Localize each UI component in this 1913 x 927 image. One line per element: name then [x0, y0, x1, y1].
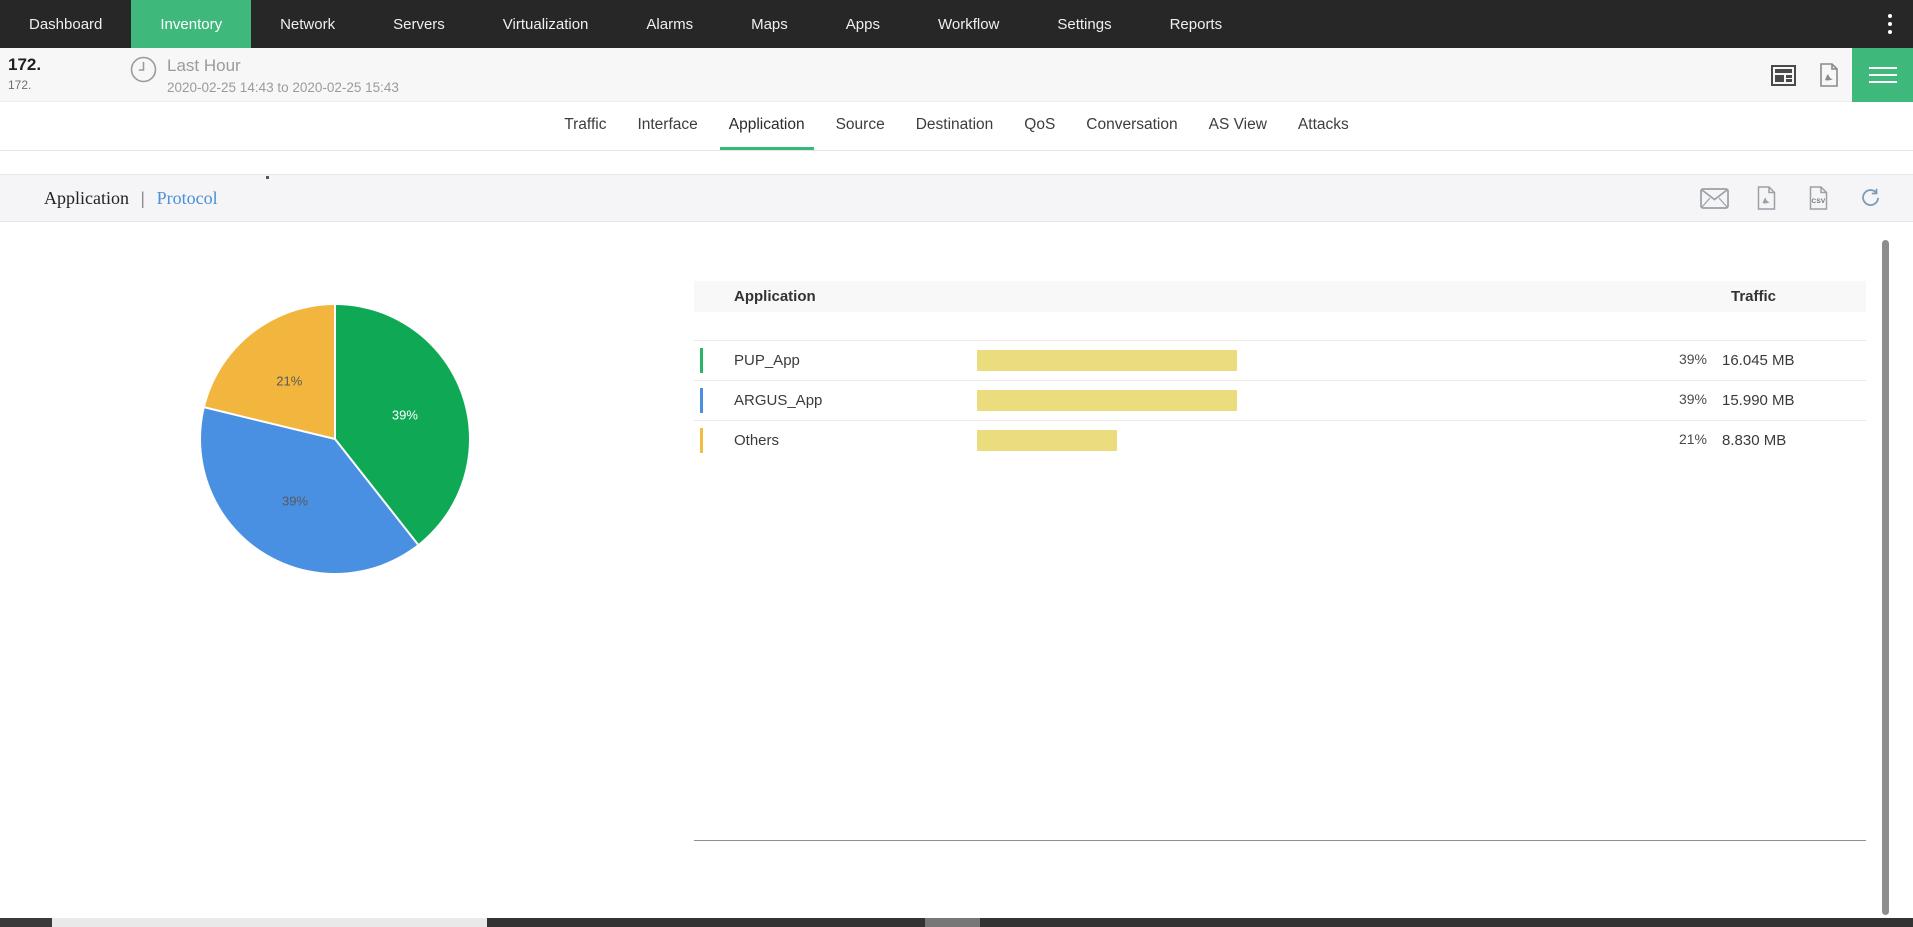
export-pdf-button[interactable]: [1806, 63, 1852, 87]
nav-item-alarms[interactable]: Alarms: [617, 0, 722, 48]
application-name: PUP_App: [734, 352, 800, 369]
application-name: ARGUS_App: [734, 392, 823, 409]
nav-item-dashboard[interactable]: Dashboard: [0, 0, 131, 48]
view-switch: Application | Protocol: [44, 175, 218, 221]
header-actions: [1760, 48, 1913, 102]
traffic-percent: 21%: [1678, 431, 1707, 447]
kebab-icon: [1888, 22, 1892, 26]
device-title-block: 172. 172.: [8, 55, 41, 92]
nav-item-maps[interactable]: Maps: [722, 0, 817, 48]
row-color-tick: [700, 388, 703, 413]
hscroll-thumb[interactable]: [52, 918, 487, 927]
clock-icon: [130, 56, 157, 83]
tab-source[interactable]: Source: [827, 102, 894, 150]
traffic-bar: [977, 430, 1117, 451]
traffic-value: 15.990 MB: [1722, 392, 1795, 409]
table-row-others[interactable]: Others 21% 8.830 MB: [694, 420, 1866, 460]
tab-attacks[interactable]: Attacks: [1289, 102, 1358, 150]
time-period-label: Last Hour: [167, 56, 241, 75]
pie-slice-label-pup-app: 39%: [391, 407, 418, 423]
hamburger-icon: [1868, 67, 1897, 69]
page-subtitle: 172.: [8, 78, 32, 92]
refresh-icon: [1860, 188, 1881, 209]
traffic-percent: 39%: [1678, 391, 1707, 407]
vertical-scrollbar-thumb[interactable]: [1882, 240, 1889, 915]
pdf-icon: [1819, 63, 1839, 87]
tab-as-view[interactable]: AS View: [1200, 102, 1276, 150]
hscroll-segment: [925, 918, 980, 927]
column-header-application: Application: [734, 288, 816, 305]
export-csv-button[interactable]: CSV: [1803, 186, 1833, 210]
row-color-tick: [700, 348, 703, 373]
pdf-export-icon: [1757, 186, 1776, 210]
table-bottom-divider: [694, 840, 1866, 841]
pie-slice-label-argus-app: 39%: [281, 493, 308, 509]
tab-interface[interactable]: Interface: [628, 102, 706, 150]
hamburger-icon: [1868, 81, 1897, 83]
view-option-application[interactable]: Application: [44, 188, 129, 209]
nav-item-inventory[interactable]: Inventory: [131, 0, 252, 48]
overflow-menu-button[interactable]: [1877, 0, 1903, 48]
kebab-icon: [1888, 30, 1892, 34]
horizontal-scrollbar[interactable]: [0, 918, 1913, 927]
side-panel-toggle-button[interactable]: [1852, 48, 1913, 102]
traffic-value: 16.045 MB: [1722, 352, 1795, 369]
report-icon: [1770, 64, 1796, 86]
application-name: Others: [734, 432, 780, 449]
nav-item-virtualization[interactable]: Virtualization: [474, 0, 618, 48]
nav-item-apps[interactable]: Apps: [817, 0, 909, 48]
view-option-protocol[interactable]: Protocol: [157, 188, 218, 209]
email-report-button[interactable]: [1699, 187, 1729, 209]
page-title: 172.: [8, 55, 42, 74]
hscroll-segment: [0, 918, 52, 927]
nav-item-reports[interactable]: Reports: [1141, 0, 1252, 48]
email-icon: [1699, 187, 1729, 209]
pie-slice-separator: [204, 406, 336, 440]
refresh-button[interactable]: [1855, 188, 1885, 209]
csv-export-icon: CSV: [1809, 186, 1828, 210]
traffic-percent: 39%: [1678, 351, 1707, 367]
pie-slice-label-others: 21%: [276, 373, 303, 389]
tab-qos[interactable]: QoS: [1015, 102, 1064, 150]
row-color-tick: [700, 428, 703, 453]
pie-slice-separator: [334, 305, 336, 439]
export-pdf-button-toolbar[interactable]: [1751, 186, 1781, 210]
application-traffic-pie-chart[interactable]: 39% 39% 21%: [201, 305, 469, 573]
primary-nav-items: Dashboard Inventory Network Servers Virtuali…: [0, 0, 1913, 48]
report-view-button[interactable]: [1760, 64, 1806, 86]
column-header-traffic: Traffic: [1730, 288, 1776, 305]
table-row-pup-app[interactable]: PUP_App 39% 16.045 MB: [694, 340, 1866, 380]
nav-item-network[interactable]: Network: [251, 0, 364, 48]
time-period-selector[interactable]: Last Hour 2020-02-25 14:43 to 2020-02-25…: [130, 56, 399, 95]
nav-item-workflow[interactable]: Workflow: [909, 0, 1028, 48]
application-traffic-table: Application Traffic PUP_App 39% 16.045 MB A…: [694, 281, 1866, 460]
report-tab-bar: Traffic Interface Application Source Destina…: [0, 102, 1913, 151]
tab-conversation[interactable]: Conversation: [1077, 102, 1186, 150]
view-separator: |: [140, 187, 145, 208]
traffic-value: 8.830 MB: [1722, 432, 1787, 449]
csv-icon-text: CSV: [1811, 198, 1826, 205]
toolbar-actions: CSV: [1699, 175, 1885, 221]
time-period-range: 2020-02-25 14:43 to 2020-02-25 15:43: [167, 80, 399, 95]
view-toolbar: Application | Protocol CSV: [0, 174, 1913, 222]
hamburger-icon: [1868, 74, 1897, 76]
tab-destination[interactable]: Destination: [907, 102, 1003, 150]
pie-slice-separator: [334, 438, 419, 545]
table-rows: PUP_App 39% 16.045 MB ARGUS_App 39% 15.990 MB…: [694, 340, 1866, 460]
nav-item-servers[interactable]: Servers: [364, 0, 474, 48]
device-header-bar: 172. 172. Last Hour 2020-02-25 14:43 to …: [0, 48, 1913, 102]
tab-application[interactable]: Application: [719, 102, 814, 150]
stray-pixel-artifact: [266, 176, 269, 179]
table-header-row: Application Traffic: [694, 281, 1866, 312]
primary-navbar: Dashboard Inventory Network Servers Virtuali…: [0, 0, 1913, 48]
tab-traffic[interactable]: Traffic: [555, 102, 615, 150]
traffic-bar: [977, 350, 1237, 371]
nav-item-settings[interactable]: Settings: [1028, 0, 1140, 48]
traffic-bar: [977, 390, 1237, 411]
kebab-icon: [1888, 14, 1892, 18]
table-row-argus-app[interactable]: ARGUS_App 39% 15.990 MB: [694, 380, 1866, 420]
